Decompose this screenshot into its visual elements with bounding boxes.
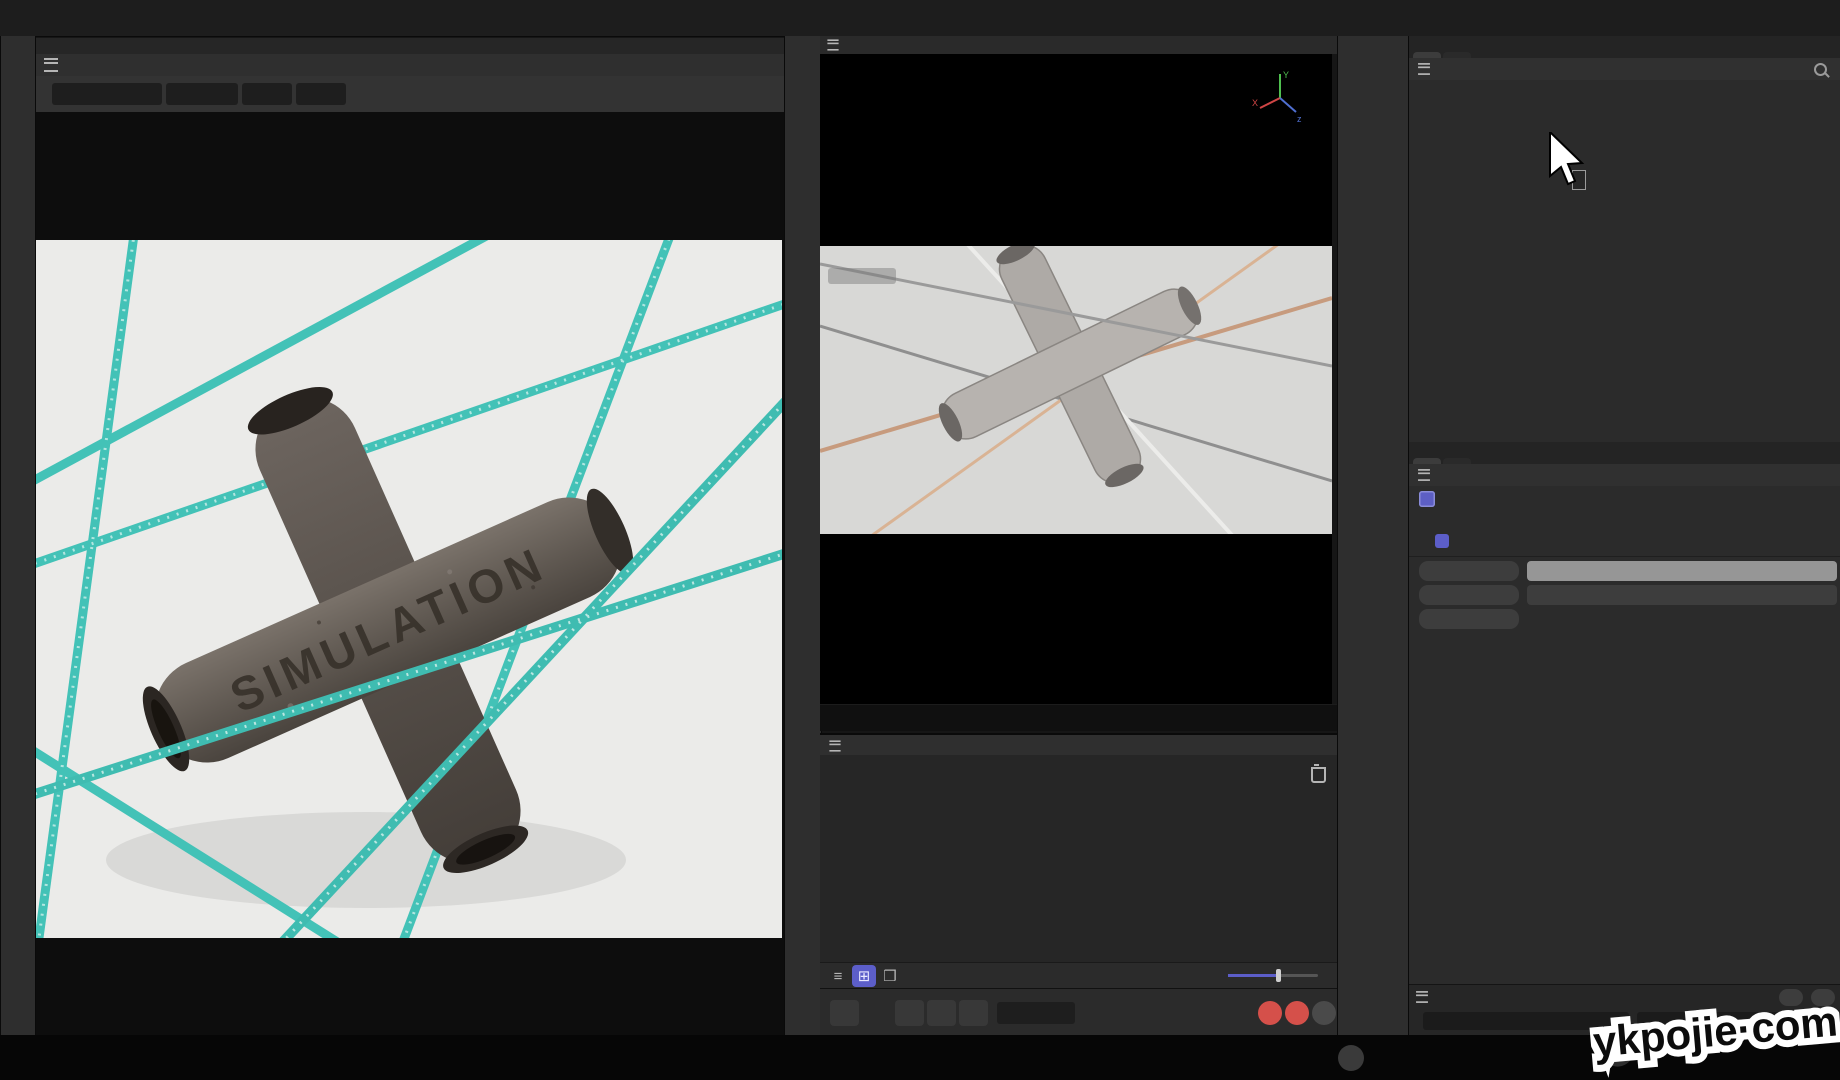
hamburger-icon[interactable] [1418,469,1430,481]
material-menubar [820,733,1340,757]
right-palette-a [1337,36,1372,1041]
preview-view-icon[interactable]: ❒ [878,965,902,987]
object-tree [1409,80,1840,400]
live-viewer-menubar [36,54,792,76]
render-viewport[interactable]: SIMULATION [36,112,784,1035]
cache-mode-checkbox[interactable] [1435,534,1449,548]
sound-button[interactable] [959,1000,988,1026]
autokey-button[interactable] [1285,1001,1309,1025]
material-viewmode-bar: ≡ ⊞ ❒ [820,962,1338,989]
attribute-section-tabs [1409,512,1840,522]
hamburger-icon[interactable] [1416,991,1428,1003]
axis-gizmo-icon: Y X z [1252,68,1304,124]
material-toolbar [820,755,1344,795]
loop-button[interactable] [895,1000,924,1026]
octane-tool-column [784,36,822,1041]
trash-icon[interactable] [1311,767,1326,783]
samples-field[interactable] [242,83,292,105]
record-keyframe-button[interactable] [830,1000,859,1026]
footer-bar [0,1035,1840,1080]
autokey-range-button[interactable] [927,1000,956,1026]
viewport-info-bar [820,704,1348,731]
object-manager-menubar [1409,58,1840,80]
record-button[interactable] [1258,1001,1282,1025]
material-list [820,795,1340,968]
colorspace-dropdown[interactable] [52,83,162,105]
watermark-text: ykpojie·com [1591,997,1839,1065]
keying-settings-button[interactable] [1312,1001,1336,1025]
c4d-application: SIMULATION Y X [0,0,1840,1080]
hud-chip [828,268,896,284]
hamburger-icon[interactable] [1418,63,1430,75]
rendered-image: SIMULATION [36,240,782,938]
cache-mode-row [1409,530,1840,557]
cache-scene-button[interactable] [1527,561,1837,581]
attribute-manager-tabs [1409,442,1840,464]
cache-group-label [1409,522,1840,530]
right-palette-b [1372,36,1409,1041]
timeline-transport [820,988,1342,1036]
frame-field[interactable] [997,1002,1075,1024]
attribute-object-row [1409,486,1840,512]
perspective-viewport[interactable]: Y X z [820,54,1332,730]
svg-text:Y: Y [1283,70,1289,80]
rope-tag-icon [1419,491,1435,507]
live-viewer-toolbar [36,76,790,112]
preview-size-slider[interactable] [1228,974,1318,977]
mouse-cursor-icon [1548,132,1594,188]
resolution-field[interactable] [296,83,346,105]
object-manager-tabs [1409,36,1840,58]
clear-cache-button[interactable] [1419,585,1519,605]
viewport-menubar [820,36,1338,54]
top-toolbar [0,0,1840,37]
hamburger-icon[interactable] [44,58,58,72]
left-tool-column [0,36,36,1041]
viewport-scene [820,246,1332,534]
svg-text:X: X [1252,98,1258,108]
arrow-circle-icon [1338,1045,1364,1071]
kernel-dropdown[interactable] [166,83,238,105]
live-viewer-titlebar [36,38,790,54]
search-icon[interactable] [1814,63,1827,76]
grid-view-icon[interactable]: ⊞ [852,965,876,987]
attribute-menubar [1409,464,1840,486]
svg-text:z: z [1297,114,1302,124]
calc-cache-button[interactable] [1419,561,1519,581]
list-view-icon[interactable]: ≡ [826,965,850,987]
right-panel [1408,36,1840,1035]
clear-scene-cache-button[interactable] [1527,585,1837,605]
hamburger-icon[interactable] [827,39,838,50]
viewport-render-band [820,246,1332,534]
hamburger-icon[interactable] [829,740,840,751]
update-frame-button[interactable] [1419,609,1519,629]
